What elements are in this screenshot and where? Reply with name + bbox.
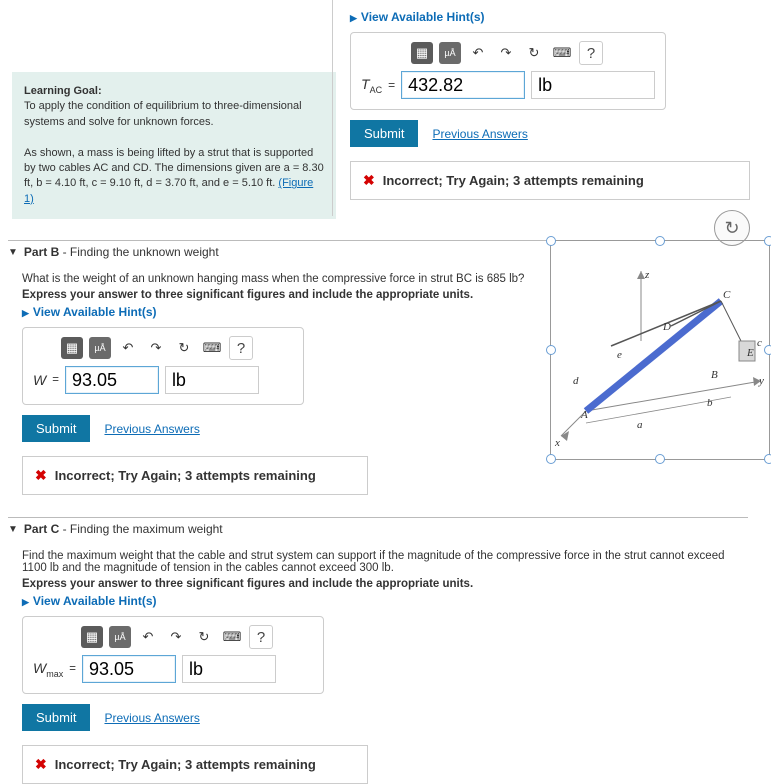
undo-icon[interactable]: ↶ <box>467 42 489 64</box>
part-c-subtitle: - Finding the maximum weight <box>59 522 222 536</box>
help-icon[interactable]: ? <box>579 41 603 65</box>
feedback-text: Incorrect; Try Again; 3 attempts remaini… <box>55 468 316 483</box>
previous-answers-link[interactable]: Previous Answers <box>104 422 199 436</box>
reset-icon[interactable]: ↻ <box>173 337 195 359</box>
equals-sign: = <box>69 663 76 675</box>
var-label: TAC <box>361 76 382 95</box>
reset-icon[interactable]: ↻ <box>523 42 545 64</box>
symbols-icon[interactable]: µÅ <box>89 337 111 359</box>
caret-down-icon: ▼ <box>8 524 18 535</box>
dim-c-label: c <box>757 337 762 349</box>
part-b-title: Part B <box>24 245 59 259</box>
part-c-instructions: Express your answer to three significant… <box>22 578 748 590</box>
part-b-header[interactable]: ▼ Part B - Finding the unknown weight <box>8 240 548 259</box>
previous-answers-link[interactable]: Previous Answers <box>432 127 527 141</box>
dim-a-label: a <box>637 419 643 431</box>
unit-input-tac[interactable] <box>531 71 655 99</box>
feedback-box: ✖ Incorrect; Try Again; 3 attempts remai… <box>22 456 368 495</box>
previous-answers-link[interactable]: Previous Answers <box>104 711 199 725</box>
keyboard-icon[interactable]: ⌨ <box>201 337 223 359</box>
dim-b-label: b <box>707 397 713 409</box>
keyboard-icon[interactable]: ⌨ <box>551 42 573 64</box>
reset-icon[interactable]: ↻ <box>193 626 215 648</box>
redo-icon[interactable]: ↷ <box>145 337 167 359</box>
vertical-divider <box>332 0 333 216</box>
part-b-subtitle: - Finding the unknown weight <box>59 245 218 259</box>
top-answer-section: View Available Hint(s) ▦ µÅ ↶ ↷ ↻ ⌨ ? TA… <box>350 10 750 200</box>
value-input-w[interactable] <box>65 366 159 394</box>
axis-z-label: z <box>645 269 649 281</box>
submit-button[interactable]: Submit <box>22 704 90 731</box>
value-input-tac[interactable] <box>401 71 525 99</box>
hints-toggle[interactable]: View Available Hint(s) <box>350 10 485 24</box>
help-icon[interactable]: ? <box>249 625 273 649</box>
keyboard-icon[interactable]: ⌨ <box>221 626 243 648</box>
answer-box-tac: ▦ µÅ ↶ ↷ ↻ ⌨ ? TAC = <box>350 32 666 110</box>
axis-x-label: x <box>555 437 560 449</box>
feedback-box: ✖ Incorrect; Try Again; 3 attempts remai… <box>350 161 750 200</box>
redo-icon[interactable]: ↷ <box>495 42 517 64</box>
dim-d-label: d <box>573 375 579 387</box>
undo-icon[interactable]: ↶ <box>137 626 159 648</box>
incorrect-icon: ✖ <box>35 467 47 484</box>
part-b-question: What is the weight of an unknown hanging… <box>22 273 548 285</box>
submit-button[interactable]: Submit <box>350 120 418 147</box>
incorrect-icon: ✖ <box>35 756 47 773</box>
template-icon[interactable]: ▦ <box>81 626 103 648</box>
learning-goal-panel: Learning Goal: To apply the condition of… <box>12 72 336 219</box>
hints-toggle[interactable]: View Available Hint(s) <box>22 305 157 319</box>
template-icon[interactable]: ▦ <box>411 42 433 64</box>
submit-button[interactable]: Submit <box>22 415 90 442</box>
part-b-instructions: Express your answer to three significant… <box>22 289 548 301</box>
learning-goal-desc: To apply the condition of equilibrium to… <box>24 100 302 127</box>
feedback-box: ✖ Incorrect; Try Again; 3 attempts remai… <box>22 745 368 784</box>
learning-goal-title: Learning Goal: <box>24 85 102 97</box>
unit-input-w[interactable] <box>165 366 259 394</box>
equals-sign: = <box>388 78 395 92</box>
var-label: W <box>33 372 46 388</box>
answer-toolbar: ▦ µÅ ↶ ↷ ↻ ⌨ ? <box>411 41 655 65</box>
redo-icon[interactable]: ↷ <box>165 626 187 648</box>
undo-icon[interactable]: ↶ <box>117 337 139 359</box>
axis-y-label: y <box>759 375 764 387</box>
var-label: Wmax <box>33 660 63 679</box>
part-c-question: Find the maximum weight that the cable a… <box>22 550 748 574</box>
point-d-label: D <box>663 321 671 333</box>
part-c-title: Part C <box>24 522 59 536</box>
figure-selection-box[interactable]: z x y A B C D E a b c d e <box>550 240 770 460</box>
point-e-label: E <box>747 347 754 359</box>
point-a-label: A <box>581 409 588 421</box>
answer-box-wmax: ▦ µÅ ↶ ↷ ↻ ⌨ ? Wmax = <box>22 616 324 694</box>
figure-diagram: z x y A B C D E a b c d e <box>551 241 769 459</box>
point-c-label: C <box>723 289 730 301</box>
dim-e-label: e <box>617 349 622 361</box>
incorrect-icon: ✖ <box>363 172 375 189</box>
equals-sign: = <box>52 374 59 386</box>
point-b-label: B <box>711 369 718 381</box>
caret-down-icon: ▼ <box>8 247 18 258</box>
template-icon[interactable]: ▦ <box>61 337 83 359</box>
feedback-text: Incorrect; Try Again; 3 attempts remaini… <box>383 173 644 188</box>
unit-input-wmax[interactable] <box>182 655 276 683</box>
part-c-header[interactable]: ▼ Part C - Finding the maximum weight <box>8 517 748 536</box>
symbols-icon[interactable]: µÅ <box>439 42 461 64</box>
help-icon[interactable]: ? <box>229 336 253 360</box>
hints-toggle[interactable]: View Available Hint(s) <box>22 594 157 608</box>
value-input-wmax[interactable] <box>82 655 176 683</box>
answer-box-w: ▦ µÅ ↶ ↷ ↻ ⌨ ? W = <box>22 327 304 405</box>
symbols-icon[interactable]: µÅ <box>109 626 131 648</box>
